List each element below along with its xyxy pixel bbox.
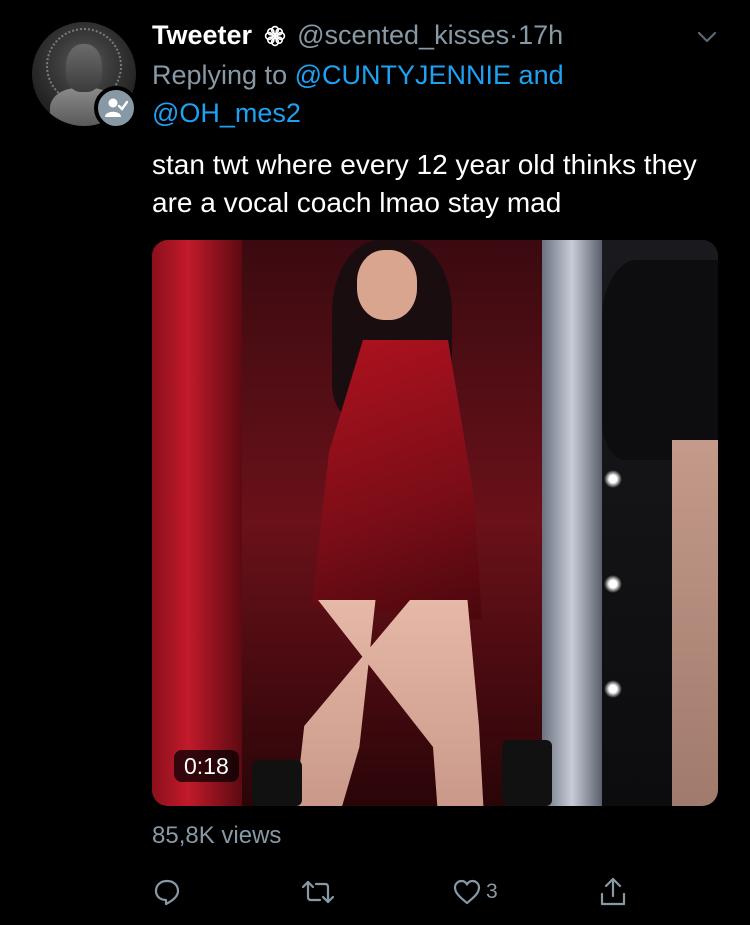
action-bar: 3	[152, 872, 642, 912]
view-count: 85,8K views	[152, 822, 282, 849]
like-button[interactable]: 3	[452, 872, 498, 912]
performer-face	[357, 250, 417, 320]
user-handle[interactable]: @scented_kisses	[297, 20, 509, 50]
tweet[interactable]: Tweeter @scented_kisses·17h Replying to …	[0, 0, 750, 925]
avatar-face	[66, 44, 102, 92]
chevron-down-icon[interactable]	[694, 24, 720, 50]
timestamp[interactable]: 17h	[518, 20, 563, 50]
replying-to: Replying to @CUNTYJENNIE and @OH_mes2	[152, 56, 710, 132]
tweet-text: stan twt where every 12 year old thinks …	[152, 149, 697, 218]
reply-icon[interactable]	[152, 877, 182, 907]
video-duration: 0:18	[174, 750, 239, 782]
background-dancer	[602, 260, 718, 460]
reply-to-link-1[interactable]: @CUNTYJENNIE	[295, 60, 511, 90]
stage-lights	[604, 470, 624, 730]
like-count: 3	[486, 880, 498, 903]
stage-curtain	[152, 240, 242, 806]
follow-user-icon[interactable]	[94, 86, 138, 130]
video-thumbnail[interactable]: 0:18	[152, 240, 718, 806]
heart-icon[interactable]	[452, 877, 482, 907]
reply-joiner[interactable]: and	[519, 60, 564, 90]
retweet-icon[interactable]	[300, 877, 336, 907]
reply-button[interactable]	[152, 872, 182, 912]
tweet-header: Tweeter @scented_kisses·17h	[152, 18, 690, 55]
share-icon[interactable]	[598, 876, 628, 908]
share-button[interactable]	[598, 872, 628, 912]
separator-dot: ·	[509, 20, 519, 50]
flower-badge-icon	[264, 21, 286, 55]
display-name[interactable]: Tweeter	[152, 20, 252, 50]
replying-prefix: Replying to	[152, 60, 288, 90]
performer-boot-left	[252, 760, 302, 806]
background-dancer-legs	[672, 440, 718, 806]
stage-pillar	[542, 240, 602, 806]
performer-boot-right	[502, 740, 552, 806]
retweet-button[interactable]	[300, 872, 336, 912]
reply-to-link-2[interactable]: @OH_mes2	[152, 98, 301, 128]
